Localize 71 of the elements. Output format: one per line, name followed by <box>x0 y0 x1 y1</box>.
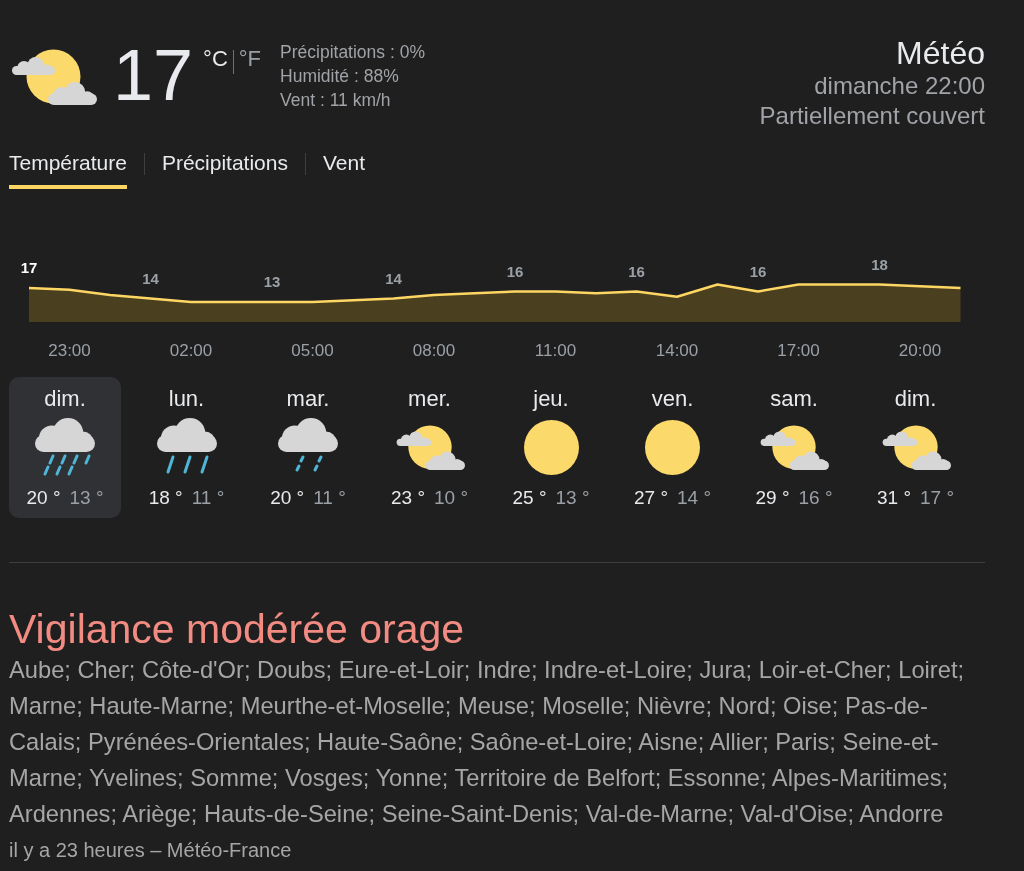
alert-regions: Aube; Cher; Côte-d'Or; Doubs; Eure-et-Loir; Indre; Indre-et-Loire; Jura; Loir-et-Cher; Loiret; Marne; Haute-Marne; Meurthe-et-Moselle; Meuse; Moselle; Nièvre; Nord; Oise; Pas-de-Calais; Pyrénées-Orientales; Haute-Saône; Saône-et-Loire; Aisne; Allier; Paris; Seine-et-Marne; Yvelines; Somme; Vosges; Yonne; Territoire de Belfort; Essonne; Alpes-Maritimes; Ardennes; Ariège; Hauts-de-Seine; Seine-Saint-Denis; Val-de-Marne; Val-d'Oise; Andorre <box>9 656 966 829</box>
low-temperature: 14 ° <box>677 486 711 510</box>
hour-label: 14:00 <box>655 341 699 360</box>
hour-label: 17:00 <box>777 341 820 360</box>
day-card[interactable]: ven. 27 ° 14 ° <box>616 377 729 518</box>
tab[interactable]: Vent <box>322 151 365 189</box>
hour-label: 11:00 <box>534 341 577 360</box>
day-label: jeu. <box>533 386 569 412</box>
day-card[interactable]: mar. 20 ° 11 ° <box>252 377 364 518</box>
hour-label: 02:00 <box>169 341 213 360</box>
sun-cloud-icon <box>394 424 465 470</box>
day-card[interactable]: dim. 31 ° 17 ° <box>859 377 972 518</box>
temperature-label: 16 <box>506 262 524 280</box>
high-temperature: 20 ° <box>26 486 61 510</box>
day-card[interactable]: lun. 18 ° 11 ° <box>130 377 243 518</box>
hour-label: 20:00 <box>898 341 942 360</box>
sun-cloud-icon <box>10 49 97 105</box>
weather-detail: Humidité : 88% <box>280 65 400 88</box>
rain-cloud-icon <box>35 418 95 476</box>
weather-title: Météo <box>896 36 985 70</box>
high-temperature: 23 ° <box>391 486 425 510</box>
condition-text: Partiellement couvert <box>759 101 985 131</box>
day-label: sam. <box>770 386 818 412</box>
temperature-label: 18 <box>871 255 888 273</box>
sun-cloud-icon <box>759 424 829 470</box>
high-temperature: 20 ° <box>270 486 305 510</box>
low-temperature: 11 ° <box>313 486 346 510</box>
date-time: dimanche 22:00 <box>814 71 985 101</box>
day-label: lun. <box>168 386 205 412</box>
low-temperature: 16 ° <box>798 486 833 510</box>
hour-label: 05:00 <box>291 341 334 360</box>
day-card[interactable]: sam. 29 ° 16 ° <box>738 377 850 518</box>
day-card[interactable]: dim. 20 ° 13 ° <box>9 377 121 518</box>
low-temperature: 10 ° <box>434 486 468 510</box>
low-temperature: 17 ° <box>920 486 954 510</box>
day-card[interactable]: jeu. 25 ° 13 ° <box>495 377 607 518</box>
sun-icon <box>645 419 700 475</box>
high-temperature: 29 ° <box>755 486 790 510</box>
high-temperature: 27 ° <box>634 486 668 510</box>
hour-label: 23:00 <box>48 341 91 360</box>
temperature-label: 14 <box>142 269 159 287</box>
tab[interactable]: Température <box>9 151 127 189</box>
temperature-label: 13 <box>263 273 281 290</box>
high-temperature: 18 ° <box>148 486 183 510</box>
day-label: dim. <box>894 386 937 412</box>
temperature-label: 16 <box>628 262 645 280</box>
unit-toggle[interactable]: °F <box>238 47 262 71</box>
temperature-label: 16 <box>749 262 767 280</box>
high-temperature: 25 ° <box>512 486 547 510</box>
low-temperature: 13 ° <box>555 486 590 510</box>
weather-detail: Précipitations : 0% <box>280 41 425 64</box>
day-label: ven. <box>651 386 694 412</box>
alert-title: Vigilance modérée orage <box>9 606 466 652</box>
current-temperature: 17 <box>113 39 194 111</box>
day-label: mar. <box>286 386 330 412</box>
sun-icon <box>523 419 579 475</box>
weather-detail: Vent : 11 km/h <box>280 89 392 112</box>
day-label: mer. <box>408 386 451 412</box>
day-label: dim. <box>44 386 86 412</box>
rain-cloud-icon <box>156 418 217 476</box>
low-temperature: 11 ° <box>191 486 225 510</box>
unit-toggle[interactable]: °C <box>203 47 228 71</box>
temperature-label: 17 <box>20 259 38 276</box>
high-temperature: 31 ° <box>877 486 911 510</box>
hour-label: 08:00 <box>412 341 456 360</box>
tab[interactable]: Précipitations <box>161 151 288 189</box>
low-temperature: 13 ° <box>69 486 104 510</box>
alert-source: il y a 23 heures – Météo-France <box>9 838 293 863</box>
sun-cloud-icon <box>880 424 951 470</box>
day-card[interactable]: mer. 23 ° 10 ° <box>373 377 486 518</box>
temperature-label: 14 <box>385 269 402 287</box>
